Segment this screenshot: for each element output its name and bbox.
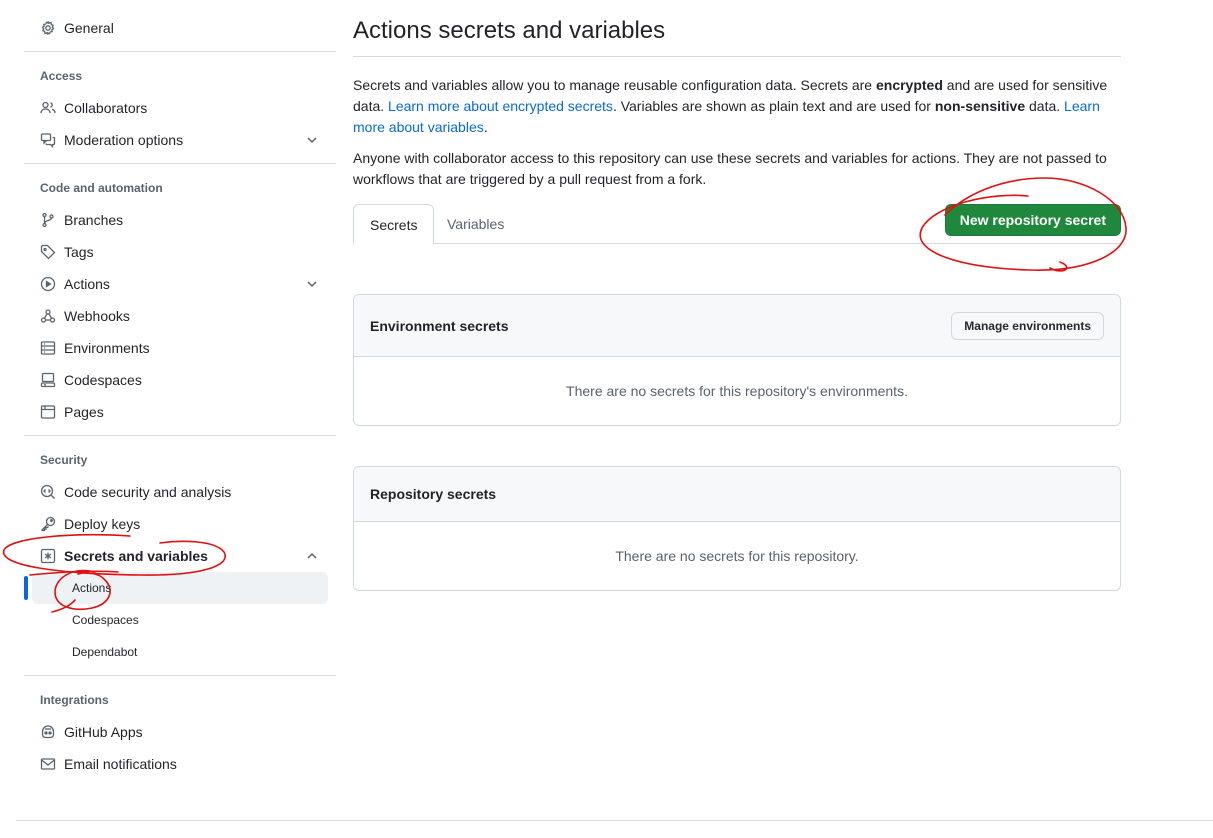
gear-icon	[40, 20, 56, 36]
page-title: Actions secrets and variables	[353, 14, 1121, 57]
sidebar-item-label: Collaborators	[64, 100, 148, 116]
footer-divider	[16, 820, 1213, 821]
key-asterisk-icon	[40, 548, 56, 564]
tab-variables[interactable]: Variables	[431, 204, 520, 244]
sidebar-item-label: Tags	[64, 244, 94, 260]
sidebar-item-label: Secrets and variables	[64, 548, 208, 564]
environment-secrets-box: Environment secrets Manage environments …	[353, 294, 1121, 426]
sidebar-item-moderation-options[interactable]: Moderation options	[24, 124, 336, 156]
sidebar-item-webhooks[interactable]: Webhooks	[24, 300, 336, 332]
people-icon	[40, 100, 56, 116]
key-icon	[40, 516, 56, 532]
tag-icon	[40, 244, 56, 260]
webhook-icon	[40, 308, 56, 324]
comment-discussion-icon	[40, 132, 56, 148]
sidebar-item-label: Code security and analysis	[64, 484, 232, 500]
desc-text: .	[483, 119, 488, 135]
sidebar-subitem-codespaces[interactable]: Codespaces	[32, 604, 328, 636]
sidebar-item-pages[interactable]: Pages	[24, 396, 336, 428]
empty-state-text: There are no secrets for this repository…	[566, 383, 908, 399]
git-branch-icon	[40, 212, 56, 228]
sidebar-item-label: Moderation options	[64, 132, 184, 148]
chevron-down-icon	[307, 281, 317, 288]
play-icon	[40, 276, 56, 292]
section-heading-integrations: Integrations	[40, 693, 109, 707]
sidebar-item-label: Environments	[64, 340, 150, 356]
link-encrypted-secrets[interactable]: Learn more about encrypted secrets	[388, 98, 613, 114]
manage-environments-button[interactable]: Manage environments	[951, 311, 1104, 340]
sidebar-item-codespaces[interactable]: Codespaces	[24, 364, 336, 396]
section-heading-security: Security	[40, 453, 88, 467]
divider	[24, 675, 336, 676]
sidebar-item-collaborators[interactable]: Collaborators	[24, 92, 336, 124]
sidebar-item-actions[interactable]: Actions	[24, 268, 336, 300]
sidebar-item-label: Deploy keys	[64, 516, 141, 532]
box-title: Environment secrets	[370, 317, 509, 334]
sidebar-item-label: GitHub Apps	[64, 724, 143, 740]
new-repository-secret-button[interactable]: New repository secret	[944, 204, 1121, 236]
sidebar-item-code-security[interactable]: Code security and analysis	[24, 476, 336, 508]
main-content: Actions secrets and variables Secrets an…	[353, 14, 1121, 245]
browser-icon	[40, 404, 56, 420]
tab-bar: Secrets Variables New repository secret	[353, 204, 1121, 245]
copilot-apps-icon	[40, 724, 56, 740]
section-heading-access: Access	[40, 69, 83, 83]
sidebar-item-label: Actions	[64, 276, 110, 292]
sidebar-item-environments[interactable]: Environments	[24, 332, 336, 364]
repository-secrets-box: Repository secrets There are no secrets …	[353, 466, 1121, 591]
sidebar-item-deploy-keys[interactable]: Deploy keys	[24, 508, 336, 540]
box-header: Repository secrets	[354, 467, 1120, 522]
codescan-icon	[40, 484, 56, 500]
chevron-up-icon	[307, 552, 317, 559]
codespaces-icon	[40, 372, 56, 388]
sidebar-item-label: Branches	[64, 212, 124, 228]
box-title: Repository secrets	[370, 486, 497, 502]
sidebar-subitem-actions[interactable]: Actions	[24, 572, 328, 604]
sidebar-item-label: General	[64, 20, 114, 36]
sidebar-item-github-apps[interactable]: GitHub Apps	[24, 716, 336, 748]
desc-bold-encrypted: encrypted	[875, 77, 943, 93]
sidebar-item-secrets-variables[interactable]: Secrets and variables	[24, 540, 336, 572]
mail-icon	[40, 756, 56, 772]
desc-text: data.	[1025, 98, 1065, 114]
desc-text: Secrets and variables allow you to manag…	[353, 77, 876, 93]
tab-secrets[interactable]: Secrets	[353, 204, 435, 245]
section-heading-code-automation: Code and automation	[40, 181, 163, 195]
sidebar-item-label: Pages	[64, 404, 104, 420]
page-description: Secrets and variables allow you to manag…	[353, 75, 1121, 138]
server-icon	[40, 340, 56, 356]
sidebar-subitem-dependabot[interactable]: Dependabot	[32, 636, 328, 668]
empty-state-text: There are no secrets for this repository…	[615, 548, 859, 564]
divider	[24, 435, 336, 436]
settings-sidebar: General Access Collaborators Moderation …	[24, 12, 336, 780]
sidebar-item-email-notifications[interactable]: Email notifications	[24, 748, 336, 780]
divider	[24, 163, 336, 164]
sidebar-item-label: Webhooks	[64, 308, 130, 324]
sidebar-item-branches[interactable]: Branches	[24, 204, 336, 236]
desc-bold-non-sensitive: non-sensitive	[934, 98, 1026, 114]
sidebar-item-label: Email notifications	[64, 756, 177, 772]
sidebar-item-general[interactable]: General	[24, 12, 336, 44]
sidebar-item-label: Codespaces	[64, 372, 142, 388]
box-header: Environment secrets Manage environments	[354, 295, 1120, 357]
page-note: Anyone with collaborator access to this …	[353, 150, 1107, 187]
divider	[24, 51, 336, 52]
desc-text: . Variables are shown as plain text and …	[612, 98, 935, 114]
chevron-down-icon	[307, 137, 317, 144]
sidebar-item-tags[interactable]: Tags	[24, 236, 336, 268]
annotation-scribble-new-secret	[1049, 261, 1068, 272]
